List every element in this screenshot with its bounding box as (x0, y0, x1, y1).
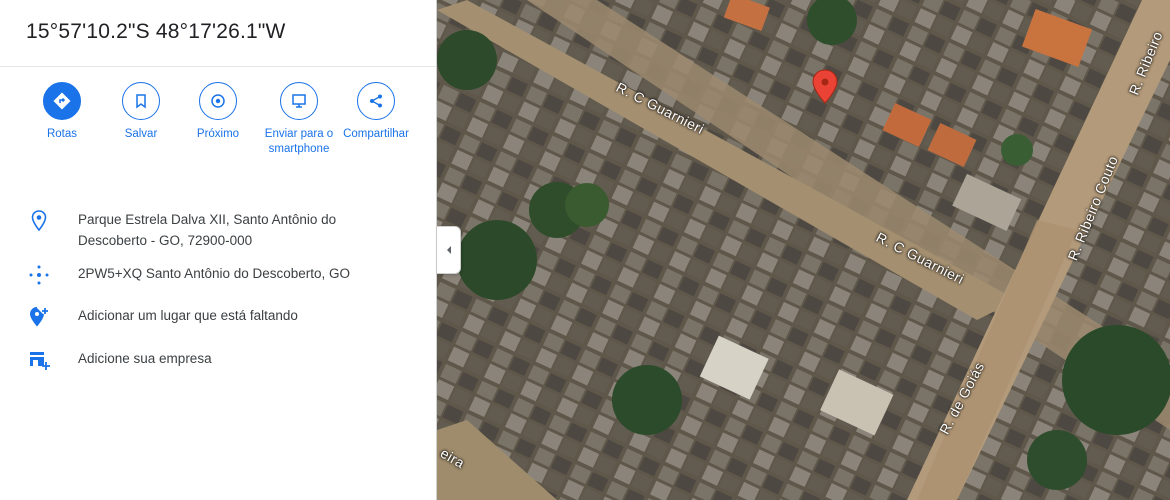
directions-label: Rotas (46, 128, 78, 140)
coordinates-title: 15°57'10.2"S 48°17'26.1"W (26, 20, 286, 43)
send-to-phone-button[interactable]: Enviar para o smartphone (256, 82, 342, 157)
send-to-phone-label: Enviar para o smartphone (264, 128, 334, 155)
directions-button[interactable]: Rotas (22, 82, 102, 142)
plus-code-icon (28, 264, 50, 286)
save-label: Salvar (124, 128, 158, 140)
plus-code-text: 2PW5+XQ Santo Antônio do Descoberto, GO (78, 266, 351, 281)
directions-icon (43, 82, 81, 120)
satellite-map[interactable]: R. C Guarnieri R. C Guarnieri R. Ribeiro… (437, 0, 1170, 500)
add-place-text: Adicionar um lugar que está faltando (78, 308, 298, 323)
address-text: Parque Estrela Dalva XII, Santo Antônio … (78, 212, 337, 248)
share-icon (357, 82, 395, 120)
nearby-icon (199, 82, 237, 120)
send-to-phone-icon (280, 82, 318, 120)
divider (0, 66, 436, 67)
caret-left-icon (446, 246, 451, 254)
add-business-text: Adicione sua empresa (78, 351, 212, 366)
collapse-panel-button[interactable] (437, 226, 461, 274)
place-panel: 15°57'10.2"S 48°17'26.1"W Rotas Salvar P… (0, 0, 437, 500)
nearby-button[interactable]: Próximo (178, 82, 258, 142)
location-pin-icon (28, 210, 50, 232)
save-button[interactable]: Salvar (101, 82, 181, 142)
share-label: Compartilhar (343, 128, 409, 140)
share-button[interactable]: Compartilhar (335, 82, 417, 142)
add-business-icon (28, 349, 50, 371)
bookmark-icon (122, 82, 160, 120)
action-bar: Rotas Salvar Próximo Enviar para o smart… (22, 82, 422, 172)
add-location-icon (28, 306, 50, 328)
nearby-label: Próximo (196, 128, 240, 140)
satellite-imagery (437, 0, 1170, 500)
